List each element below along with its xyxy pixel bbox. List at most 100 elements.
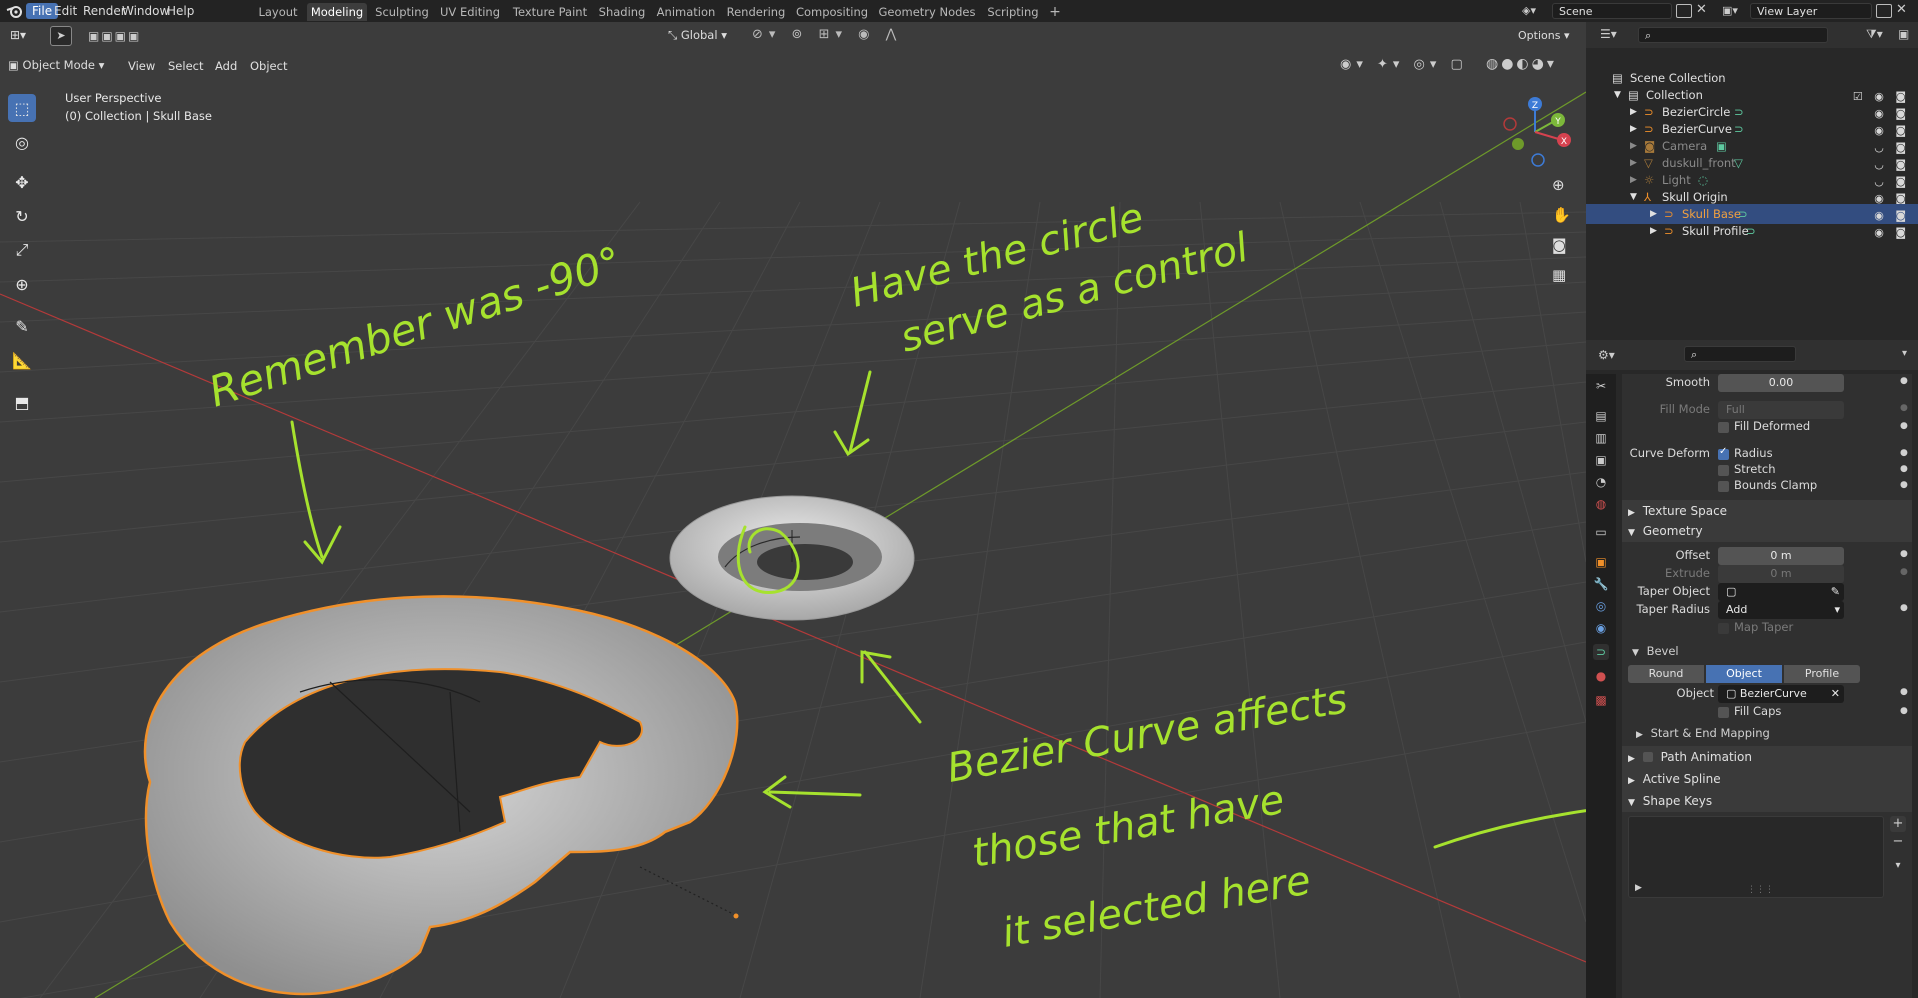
new-scene-icon[interactable] [1676, 4, 1692, 18]
tab-texture-paint[interactable]: Texture Paint [510, 3, 590, 21]
output-tab-icon[interactable]: ▥ [1593, 430, 1609, 446]
tab-shading[interactable]: Shading [598, 3, 646, 21]
bevel-mode-profile[interactable]: Profile [1784, 665, 1860, 683]
delete-scene-icon[interactable]: ✕ [1696, 2, 1707, 17]
outliner-search-input[interactable]: ⌕ [1638, 27, 1828, 43]
path-animation-section[interactable]: ▶ Path Animation [1622, 746, 1912, 768]
measure-tool-icon[interactable]: 📐 [8, 346, 36, 374]
smooth-field[interactable]: 0.00 [1718, 374, 1844, 392]
object-menu[interactable]: Object [250, 56, 287, 76]
texture-tab-icon[interactable]: ▩ [1593, 692, 1609, 708]
remove-shape-key-button[interactable]: − [1890, 834, 1906, 850]
transform-tool-icon[interactable]: ⊕ [8, 270, 36, 298]
tab-layout[interactable]: Layout [258, 3, 298, 21]
tab-compositing[interactable]: Compositing [795, 3, 869, 21]
eyedropper-icon[interactable]: ✎ [1831, 583, 1840, 601]
keyframe-dot-icon[interactable]: ● [1900, 421, 1908, 431]
visibility-icons[interactable]: ◉ ◙ [1874, 223, 1910, 243]
tab-geometry-nodes[interactable]: Geometry Nodes [878, 3, 976, 21]
add-cube-tool-icon[interactable]: ⬒ [8, 388, 36, 416]
visibility-overlay-icons[interactable]: ◉▾ ✦▾ ◎▾ ▢ [1340, 57, 1468, 72]
shape-keys-section[interactable]: ▼ Shape Keys [1622, 790, 1912, 812]
keyframe-dot-icon[interactable]: ● [1900, 403, 1908, 413]
new-collection-icon[interactable]: ▣ [1898, 27, 1909, 41]
offset-field[interactable]: 0 m [1718, 547, 1844, 565]
outliner-item-skull-profile[interactable]: ▶ ⊃ Skull Profile ⊃ ◉ ◙ [1586, 221, 1918, 241]
pan-hand-icon[interactable]: ✋ [1552, 206, 1571, 224]
keyframe-dot-icon[interactable]: ● [1900, 603, 1908, 613]
scene-tab-icon[interactable]: ◔ [1593, 474, 1609, 490]
selection-mode-icons[interactable]: ▣▣▣▣ [88, 29, 141, 43]
tab-animation[interactable]: Animation [655, 3, 717, 21]
keyframe-dot-icon[interactable]: ● [1900, 549, 1908, 559]
particles-tab-icon[interactable]: ◎ [1593, 598, 1609, 614]
active-spline-section[interactable]: ▶ Active Spline [1622, 768, 1912, 790]
filter-icon[interactable]: ⧩▾ [1866, 27, 1883, 42]
curve-data-tab-icon[interactable]: ⊃ [1593, 644, 1609, 660]
geometry-section[interactable]: ▼ Geometry [1622, 520, 1912, 542]
tab-rendering[interactable]: Rendering [726, 3, 786, 21]
viewport-scene[interactable]: Remember was -90° Have the circle serve … [0, 22, 1586, 998]
keyframe-dot-icon[interactable]: ● [1900, 687, 1908, 697]
texture-space-section[interactable]: ▶ Texture Space [1622, 500, 1912, 522]
pivot-snap-icons[interactable]: ⊘▾ ⊚ ⊞▾ ◉ ⋀ [752, 27, 902, 42]
stretch-checkbox[interactable] [1718, 465, 1729, 476]
keyframe-dot-icon[interactable]: ● [1900, 567, 1908, 577]
editor-type-icon[interactable]: ⊞▾ [10, 28, 26, 42]
fill-caps-checkbox[interactable] [1718, 707, 1729, 718]
tab-sculpting[interactable]: Sculpting [374, 3, 430, 21]
chevron-right-icon[interactable]: ▶ [1635, 883, 1642, 893]
options-button[interactable]: Options ▾ [1518, 28, 1569, 44]
tool-tab-icon[interactable]: ✂ [1593, 378, 1609, 394]
view-layer-tab-icon[interactable]: ▣ [1593, 452, 1609, 468]
bezier-circle-ring[interactable] [669, 495, 915, 621]
zoom-icon[interactable]: ⊕ [1552, 176, 1565, 194]
move-tool-icon[interactable]: ✥ [8, 168, 36, 196]
shape-keys-list[interactable]: ▶ ⋮⋮⋮ [1628, 816, 1884, 898]
skull-base-mesh[interactable] [143, 595, 739, 996]
resize-handle-icon[interactable]: ⋮⋮⋮ [1747, 885, 1774, 895]
shading-mode-icons[interactable]: ◍●◐◕▾ [1486, 56, 1557, 72]
view-layer-field[interactable]: View Layer [1750, 3, 1872, 19]
keyframe-dot-icon[interactable]: ● [1900, 464, 1908, 474]
properties-editor-icon[interactable]: ⚙▾ [1598, 348, 1615, 362]
chevron-down-icon[interactable]: ▾ [1902, 348, 1907, 359]
blender-logo-icon[interactable] [6, 3, 24, 19]
fill-mode-dropdown[interactable]: Full [1718, 401, 1844, 419]
add-shape-key-button[interactable]: + [1890, 816, 1906, 832]
outliner-editor-icon[interactable]: ☰▾ [1600, 27, 1617, 41]
bounds-clamp-checkbox[interactable] [1718, 481, 1729, 492]
tab-scripting[interactable]: Scripting [984, 3, 1042, 21]
scene-name-field[interactable]: Scene [1552, 3, 1672, 19]
modifier-tab-icon[interactable]: 🔧 [1593, 576, 1609, 592]
world-tab-icon[interactable]: ◍ [1593, 496, 1609, 512]
object-tab-icon[interactable]: ▣ [1593, 554, 1609, 570]
bevel-mode-object[interactable]: Object [1706, 665, 1782, 683]
select-box-icon[interactable]: ➤ [50, 26, 72, 46]
scene-selector-icon[interactable]: ◈▾ [1522, 4, 1546, 18]
rotate-tool-icon[interactable]: ↻ [8, 202, 36, 230]
map-taper-checkbox[interactable] [1718, 623, 1729, 634]
annotate-tool-icon[interactable]: ✎ [8, 312, 36, 340]
keyframe-dot-icon[interactable]: ● [1900, 376, 1908, 386]
mode-dropdown[interactable]: ▣ Object Mode ▾ [8, 56, 104, 74]
3d-viewport[interactable]: Remember was -90° Have the circle serve … [0, 22, 1586, 998]
view-menu[interactable]: View [128, 56, 155, 76]
chevron-right-icon[interactable]: ▶ [1650, 221, 1657, 241]
camera-view-icon[interactable]: ◙ [1552, 236, 1567, 254]
new-view-layer-icon[interactable] [1876, 4, 1892, 18]
select-menu[interactable]: Select [168, 56, 203, 76]
material-tab-icon[interactable]: ● [1593, 668, 1609, 684]
cursor-tool-icon[interactable]: ◎ [8, 128, 36, 156]
shape-key-menu-icon[interactable]: ▾ [1890, 858, 1906, 874]
bevel-mode-round[interactable]: Round [1628, 665, 1704, 683]
taper-object-field[interactable]: ▢ ✎ [1718, 583, 1844, 601]
render-tab-icon[interactable]: ▤ [1593, 408, 1609, 424]
add-menu[interactable]: Add [215, 56, 237, 76]
select-tool-icon[interactable]: ⬚ [8, 94, 36, 122]
extrude-field[interactable]: 0 m [1718, 565, 1844, 583]
transform-orientation-dropdown[interactable]: ⤡ Global ▾ [668, 28, 727, 43]
path-animation-checkbox[interactable] [1642, 752, 1653, 762]
add-workspace-button[interactable]: + [1048, 3, 1062, 21]
bevel-object-field[interactable]: ▢ BezierCurve ✕ [1718, 685, 1844, 703]
